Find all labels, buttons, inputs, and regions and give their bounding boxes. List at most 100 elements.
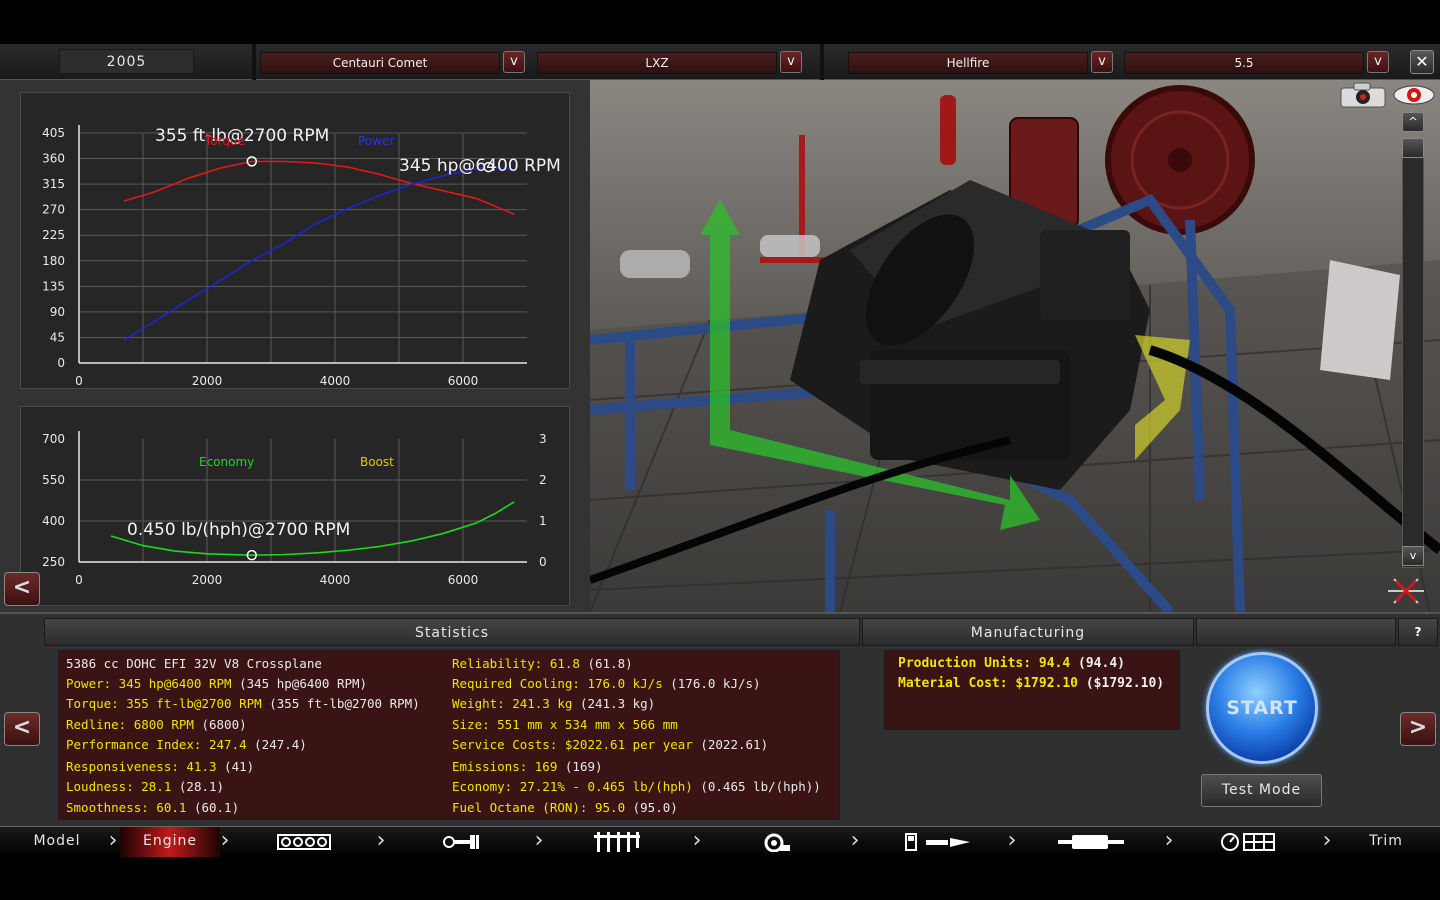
torque-legend: Torque (204, 134, 245, 148)
stat-power: Power: 345 hp@6400 RPM (345 hp@6400 RPM) (66, 676, 368, 691)
start-button[interactable]: START (1206, 652, 1318, 764)
action-header (1196, 618, 1396, 646)
top-end-icon[interactable] (442, 832, 482, 852)
nav-model[interactable]: Model (0, 827, 114, 857)
stat-smoothness: Smoothness: 60.1 (60.1) (66, 800, 240, 815)
tuning-gauge-icon[interactable] (1220, 832, 1276, 852)
engine-variant-dropdown-button[interactable]: v (1367, 51, 1389, 73)
fire-extinguisher (940, 95, 956, 165)
chevron-right-icon: › (1322, 828, 1332, 853)
family-dropdown-button[interactable]: v (503, 51, 525, 73)
engine-info-panel: Statistics Manufacturing ? < > 5386 cc D… (0, 612, 1440, 826)
peak-label: 0.450 lb/(hph)@2700 RPM (127, 520, 350, 540)
nav-engine[interactable]: Engine (120, 827, 220, 857)
engine-family-dropdown-button[interactable]: v (1091, 51, 1113, 73)
power-legend: Power (358, 134, 394, 148)
engine-family-dropdown[interactable]: Hellfire (848, 52, 1088, 74)
close-button[interactable]: ✕ (1410, 50, 1434, 74)
engine-variant-dropdown[interactable]: 5.5 (1124, 52, 1364, 74)
x-tick-label: 4000 (320, 573, 351, 587)
stat-service-costs: Service Costs: $2022.61 per year (2022.6… (452, 737, 769, 752)
graph-panel: 405 360 315 270 225 180 135 90 45 0 0 2000 4000 6000 3… (0, 80, 590, 612)
y2-tick-label: 1 (539, 514, 547, 528)
next-page-button[interactable]: > (1400, 712, 1436, 746)
scroll-thumb[interactable] (1402, 138, 1424, 158)
x-tick-label: 6000 (448, 374, 479, 388)
stat-loudness: Loudness: 28.1 (28.1) (66, 779, 225, 794)
stat-torque: Torque: 355 ft-lb@2700 RPM (355 ft-lb@27… (66, 696, 420, 711)
production-units: Production Units: 94.4 (94.4) (898, 656, 1125, 671)
y-tick-label: 315 (42, 177, 65, 191)
viewport-scrollbar[interactable] (1402, 140, 1424, 568)
stat-responsiveness: Responsiveness: 41.3 (41) (66, 759, 255, 774)
chevron-right-icon: › (850, 828, 860, 853)
y-tick-label: 700 (42, 432, 65, 446)
y-tick-label: 400 (42, 514, 65, 528)
intake-manifold-icon[interactable] (592, 832, 642, 852)
family-dropdown[interactable]: Centauri Comet (260, 52, 500, 74)
chevron-right-icon: › (376, 828, 386, 853)
statistics-header: Statistics (44, 618, 860, 646)
manufacturing-header: Manufacturing (862, 618, 1194, 646)
y-tick-label: 0 (57, 356, 65, 370)
manufacturing-list: Production Units: 94.4 (94.4) Material C… (884, 650, 1180, 730)
stat-reliability: Reliability: 61.8 (61.8) (452, 656, 633, 671)
x-tick-label: 6000 (448, 573, 479, 587)
scroll-down-button[interactable]: v (1402, 546, 1424, 566)
chevron-right-icon: › (1164, 828, 1174, 853)
chevron-right-icon: › (220, 828, 230, 853)
y-tick-label: 250 (42, 555, 65, 569)
stat-size: Size: 551 mm x 534 mm x 566 mm (452, 717, 678, 732)
variant-dropdown[interactable]: LXZ (537, 52, 777, 74)
fuel-system-icon[interactable] (904, 832, 974, 852)
engine-3d-viewport[interactable]: ^ v (590, 80, 1440, 612)
prev-page-button[interactable]: < (4, 712, 40, 746)
scroll-up-button[interactable]: ^ (1402, 112, 1424, 132)
x-tick-label: 0 (75, 573, 83, 587)
help-button[interactable]: ? (1398, 618, 1438, 646)
stat-performance-index: Performance Index: 247.4 (247.4) (66, 737, 307, 752)
designer-nav-bar: Model › Engine › › › › › › › › Trim (0, 826, 1440, 857)
stat-required-cooling: Required Cooling: 176.0 kJ/s (176.0 kJ/s… (452, 676, 761, 691)
y-tick-label: 225 (42, 228, 65, 242)
stat-weight: Weight: 241.3 kg (241.3 kg) (452, 696, 656, 711)
y-tick-label: 405 (42, 126, 65, 140)
stat-fuel-octane: Fuel Octane (RON): 95.0 (95.0) (452, 800, 678, 815)
y-tick-label: 90 (50, 305, 65, 319)
x-tick-label: 2000 (192, 573, 223, 587)
chevron-right-icon: › (1007, 828, 1017, 853)
stat-redline: Redline: 6800 RPM (6800) (66, 717, 247, 732)
separator (820, 44, 824, 80)
chevron-right-icon: › (108, 828, 118, 853)
stat-engine-description: 5386 cc DOHC EFI 32V V8 Crossplane (66, 656, 322, 671)
nav-trim[interactable]: Trim (1336, 827, 1436, 857)
y-tick-label: 360 (42, 152, 65, 166)
peak-label: 345 hp@6400 RPM (399, 156, 561, 176)
y2-tick-label: 3 (539, 432, 547, 446)
collapse-graphs-button[interactable]: < (4, 572, 40, 606)
top-selector-bar: 2005 Centauri Comet v LXZ v Hellfire v 5… (0, 44, 1440, 80)
power-torque-graph: 405 360 315 270 225 180 135 90 45 0 0 2000 4000 6000 3… (20, 92, 570, 389)
variant-dropdown-button[interactable]: v (780, 51, 802, 73)
engine-scene (590, 80, 1440, 612)
economy-boost-chart: 700 550 400 250 3 2 1 0 0 2000 4000 6000 0.450 lb/(h… (42, 431, 547, 587)
y2-tick-label: 2 (539, 473, 547, 487)
y-tick-label: 550 (42, 473, 65, 487)
x-tick-label: 4000 (320, 374, 351, 388)
economy-boost-graph: 700 550 400 250 3 2 1 0 0 2000 4000 6000 0.450 lb/(h… (20, 406, 570, 606)
material-cost: Material Cost: $1792.10 ($1792.10) (898, 676, 1165, 691)
chevron-right-icon: › (534, 828, 544, 853)
model-year: 2005 (59, 49, 194, 74)
test-mode-button[interactable]: Test Mode (1201, 774, 1322, 807)
x-tick-label: 2000 (192, 374, 223, 388)
bottom-end-icon[interactable] (276, 832, 332, 852)
power-torque-chart: 405 360 315 270 225 180 135 90 45 00 2000 4000 6000 3… (42, 125, 561, 388)
exhaust-icon[interactable] (1058, 832, 1124, 852)
turbo-icon[interactable] (760, 832, 794, 853)
y-tick-label: 45 (50, 330, 65, 344)
x-tick-label: 0 (75, 374, 83, 388)
statistics-list: 5386 cc DOHC EFI 32V V8 Crossplane Power… (58, 650, 840, 820)
economy-legend: Economy (199, 455, 254, 469)
y-tick-label: 270 (42, 203, 65, 217)
stat-economy: Economy: 27.21% - 0.465 lb/(hph) (0.465 … (452, 779, 821, 794)
